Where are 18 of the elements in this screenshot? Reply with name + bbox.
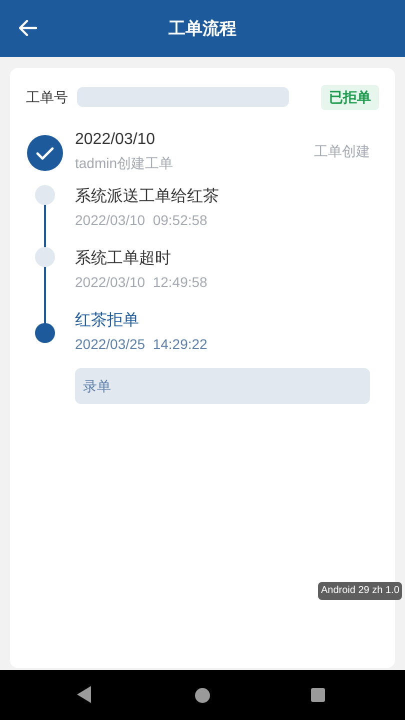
home-icon[interactable] [195,688,210,703]
step-title: 2022/03/10 [75,130,156,150]
step-description: tadmin创建工单 [75,154,174,173]
back-arrow-icon[interactable] [19,20,37,36]
order-number-field[interactable] [77,87,289,107]
order-number-label: 工单号 [26,88,69,106]
step-title: 系统工单超时 [75,248,172,269]
version-badge: Android 29 zh 1.0 [318,582,402,600]
step-title: 系统派送工单给红茶 [75,186,219,207]
status-badge: 已拒单 [321,84,379,110]
step-time: 2022/03/25 14:29:22 [75,335,208,354]
step-title: 红茶拒单 [75,310,140,331]
step-note: 录单 [75,368,370,404]
step-time: 2022/03/10 09:52:58 [75,211,208,230]
screen-title: 工单流程 [168,18,236,40]
step-tag: 工单创建 [314,140,370,162]
back-icon[interactable] [77,686,92,703]
step-time: 2022/03/10 12:49:58 [75,273,208,292]
